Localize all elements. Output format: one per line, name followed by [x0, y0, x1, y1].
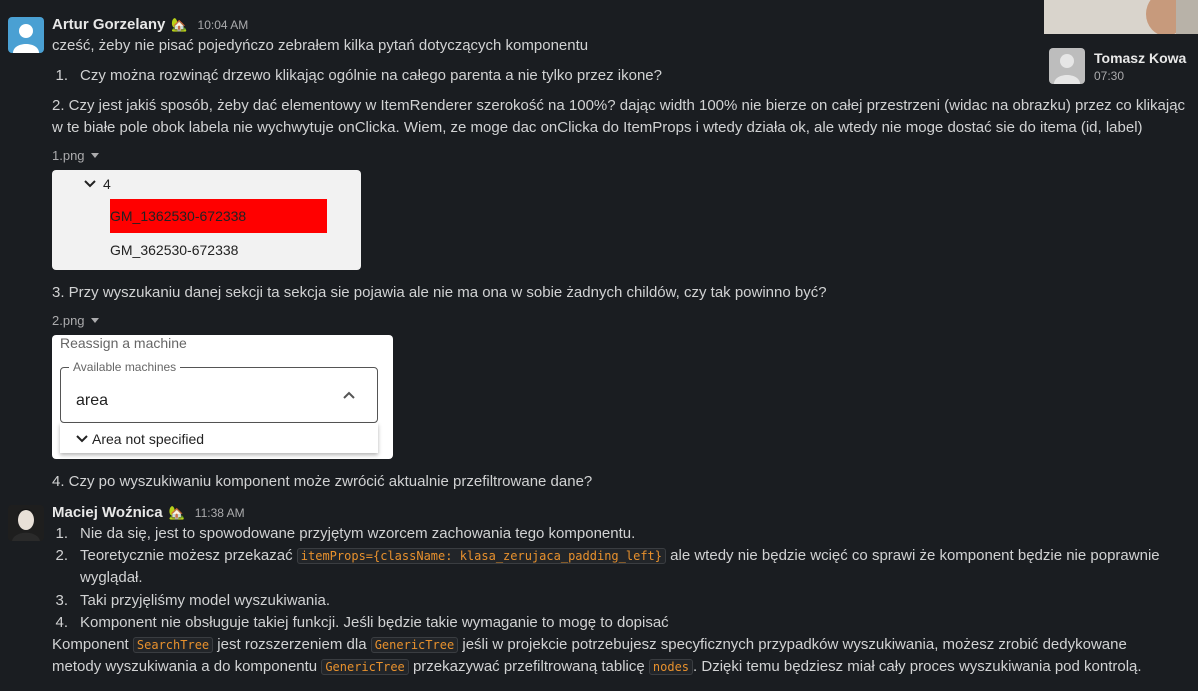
message-text: 3. Przy wyszukaniu danej sekcji ta sekcj…	[52, 284, 827, 301]
participant-card: Tomasz Kowa 07:30	[1044, 34, 1198, 96]
message-text: cześć, żeby nie pisać pojedyńczo zebrałe…	[52, 37, 589, 54]
avatar[interactable]	[8, 17, 44, 53]
timestamp[interactable]: 11:38 AM	[195, 506, 245, 520]
author-name[interactable]: Artur Gorzelany	[52, 16, 165, 33]
file-toggle-2[interactable]: 2.png	[52, 313, 99, 328]
text-segment: przekazywać przefiltrowaną tablicę	[408, 658, 649, 675]
participant-avatar	[1049, 48, 1085, 84]
inline-code: SearchTree	[132, 637, 214, 653]
default-user-icon	[13, 24, 39, 53]
chevron-down-icon	[84, 180, 96, 188]
caret-down-icon	[90, 318, 99, 323]
timestamp[interactable]: 10:04 AM	[198, 18, 249, 32]
tree-item-label: GM_1362530-672338	[110, 208, 247, 224]
list-number: 1.	[55, 67, 68, 84]
file-name: 2.png	[52, 313, 85, 328]
message-header: Maciej Woźnica 🏡 11:38 AM	[52, 504, 245, 521]
message-text: 4. Czy po wyszukiwaniu komponent może zw…	[52, 473, 593, 490]
message-header: Artur Gorzelany 🏡 10:04 AM	[52, 16, 248, 33]
avatar[interactable]	[8, 505, 44, 541]
default-user-icon	[1054, 54, 1080, 84]
attachment-image-2[interactable]: Reassign a machine Available machines ar…	[52, 335, 393, 459]
file-toggle-1[interactable]: 1.png	[52, 148, 99, 163]
tree-parent-label: 4	[103, 176, 111, 192]
list-item-text: Nie da się, jest to spowodowane przyjęty…	[80, 525, 636, 542]
field-legend: Available machines	[69, 360, 181, 374]
chevron-up-icon	[343, 391, 355, 399]
list-item-text: Komponent nie obsługuje takiej funkcji. …	[80, 614, 669, 631]
machine-select: Available machines area	[60, 360, 378, 423]
inline-code: itemProps={className: klasa_zerujaca_pad…	[296, 548, 666, 564]
inline-code: GenericTree	[370, 637, 459, 653]
list-item-text: Czy można rozwinąć drzewo klikając ogóln…	[80, 67, 662, 84]
list-number: 4.	[55, 614, 68, 631]
caret-down-icon	[90, 153, 99, 158]
text-segment: . Dzięki temu będziesz miał cały proces …	[693, 658, 1142, 675]
list-number: 2.	[55, 547, 68, 564]
text-segment: jest rozszerzeniem dla	[213, 636, 371, 653]
list-number: 1.	[55, 525, 68, 542]
inline-code: nodes	[648, 659, 694, 675]
message-text: 2. Czy jest jakiś sposób, żeby dać eleme…	[52, 97, 1186, 136]
user-photo-icon	[8, 505, 44, 541]
chevron-down-icon	[76, 435, 88, 443]
call-overlay[interactable]: Tomasz Kowa 07:30	[1044, 0, 1198, 96]
participant-video	[1044, 0, 1198, 36]
attachment-image-1[interactable]: 4 GM_1362530-672338 GM_362530-672338	[52, 170, 361, 270]
video-frame-icon	[1044, 0, 1198, 36]
status-emoji: 🏡	[171, 17, 188, 32]
author-name[interactable]: Maciej Woźnica	[52, 504, 163, 521]
participant-name: Tomasz Kowa	[1094, 50, 1187, 66]
inline-code: GenericTree	[321, 659, 409, 675]
text-segment: Komponent	[52, 636, 133, 653]
dialog-title: Reassign a machine	[60, 335, 187, 351]
option-label: Area not specified	[92, 431, 205, 447]
list-number: 3.	[55, 592, 68, 609]
dropdown-option: Area not specified	[60, 423, 378, 453]
status-emoji: 🏡	[168, 505, 185, 520]
highlighted-item: GM_1362530-672338	[110, 199, 327, 233]
call-duration: 07:30	[1094, 69, 1125, 83]
list-item-text: Taki przyjęliśmy model wyszukiwania.	[80, 592, 331, 609]
field-value: area	[76, 392, 109, 409]
file-name: 1.png	[52, 148, 85, 163]
tree-item-label: GM_362530-672338	[110, 242, 239, 258]
text-segment: Teoretycznie możesz przekazać	[80, 547, 297, 564]
list-item-text: Teoretycznie możesz przekazać itemProps=…	[80, 545, 1168, 589]
message-text: Komponent SearchTree jest rozszerzeniem …	[52, 634, 1168, 678]
